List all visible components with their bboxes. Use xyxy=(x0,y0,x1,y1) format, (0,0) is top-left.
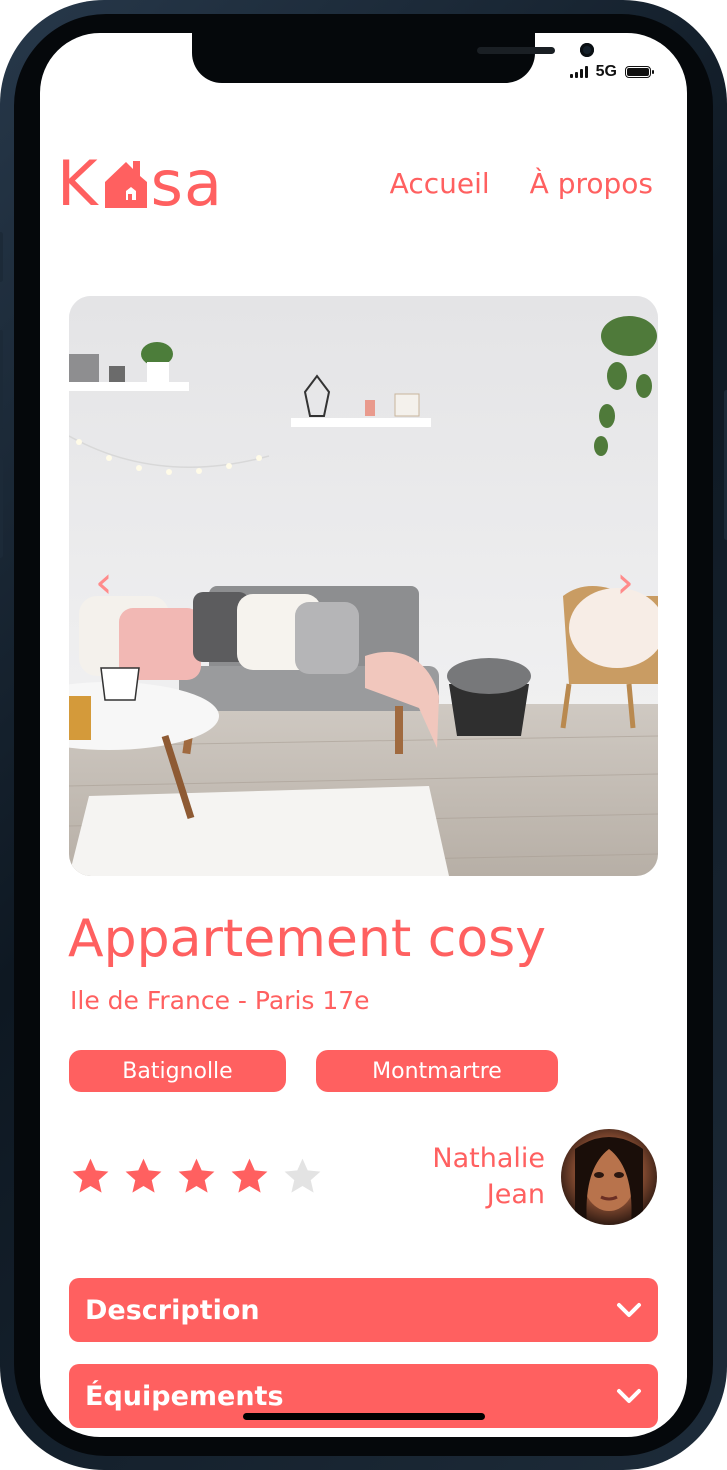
star-filled-icon xyxy=(178,1158,215,1193)
tag-montmartre: Montmartre xyxy=(316,1050,558,1092)
signal-icon xyxy=(569,66,588,78)
host-info: Nathalie Jean xyxy=(432,1129,657,1225)
nav-link-a-propos[interactable]: À propos xyxy=(530,167,653,200)
battery-icon xyxy=(625,66,654,78)
tag-batignolle: Batignolle xyxy=(69,1050,286,1092)
collapse-description[interactable]: Description xyxy=(69,1278,658,1342)
gallery-prev-arrow-icon[interactable]: ‹ xyxy=(95,561,113,605)
collapse-equipements-label: Équipements xyxy=(85,1380,284,1412)
volume-up-button xyxy=(0,330,3,430)
phone-frame: 5G K sa Accueil À propos ‹ › Appartement… xyxy=(0,0,727,1470)
house-logo-icon xyxy=(104,161,147,208)
star-empty-icon xyxy=(284,1158,321,1193)
volume-down-button xyxy=(0,458,3,558)
chevron-down-icon xyxy=(617,1389,641,1403)
host-name: Nathalie Jean xyxy=(432,1141,545,1213)
logo-letters-sa: sa xyxy=(150,146,223,220)
gallery-next-arrow-icon[interactable]: › xyxy=(616,561,634,605)
host-avatar xyxy=(561,1129,657,1225)
collapse-description-label: Description xyxy=(85,1294,260,1326)
star-filled-icon xyxy=(231,1158,268,1193)
home-indicator[interactable] xyxy=(243,1413,485,1420)
status-bar: 5G xyxy=(569,63,654,81)
logo-letter-k: K xyxy=(57,146,99,220)
star-filled-icon xyxy=(125,1158,162,1193)
living-room-photo xyxy=(69,296,658,876)
notch xyxy=(192,33,594,83)
speaker xyxy=(477,47,555,54)
rating-stars xyxy=(69,1155,324,1198)
host-last-name: Jean xyxy=(486,1179,545,1210)
screen: 5G K sa Accueil À propos ‹ › Appartement… xyxy=(40,33,687,1437)
star-filled-icon xyxy=(72,1158,109,1193)
mute-switch xyxy=(0,232,3,282)
tag-list: Batignolle Montmartre xyxy=(69,1050,558,1092)
listing-title: Appartement cosy xyxy=(68,909,547,969)
listing-location: Ile de France - Paris 17e xyxy=(70,986,370,1015)
nav-link-accueil[interactable]: Accueil xyxy=(390,167,490,200)
host-first-name: Nathalie xyxy=(432,1143,545,1174)
chevron-down-icon xyxy=(617,1303,641,1317)
network-label: 5G xyxy=(595,63,617,80)
main-nav: Accueil À propos xyxy=(390,167,653,200)
kasa-logo[interactable]: K sa xyxy=(57,143,223,223)
camera-icon xyxy=(580,43,594,57)
photo-gallery: ‹ › xyxy=(69,296,658,876)
